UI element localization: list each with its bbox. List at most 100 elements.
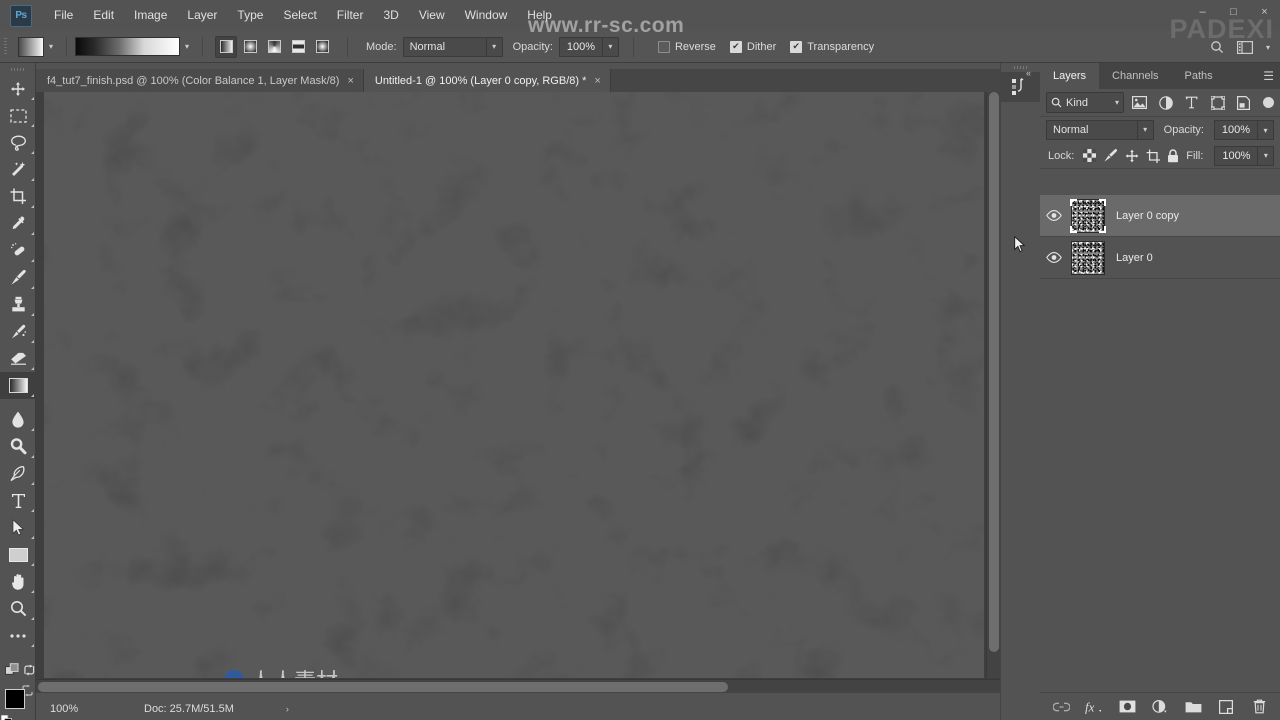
tab-channels[interactable]: Channels xyxy=(1099,63,1171,89)
menu-help[interactable]: Help xyxy=(517,0,562,31)
layer-thumbnail[interactable] xyxy=(1071,240,1105,275)
layer-opacity-input[interactable]: 100% xyxy=(1214,120,1258,140)
scrollbar-thumb[interactable] xyxy=(989,92,999,652)
collapse-panel-icon[interactable]: « xyxy=(1026,68,1031,78)
move-tool[interactable] xyxy=(0,75,36,102)
edit-toolbar-tool[interactable] xyxy=(0,622,36,649)
history-actions-icon[interactable] xyxy=(1001,72,1041,102)
menu-layer[interactable]: Layer xyxy=(177,0,227,31)
document-tab-f4-tut7-finish[interactable]: f4_tut7_finish.psd @ 100% (Color Balance… xyxy=(36,69,364,92)
layer-row-layer-0[interactable]: Layer 0 xyxy=(1040,237,1280,279)
close-icon[interactable]: × xyxy=(594,75,600,87)
type-filter-icon[interactable] xyxy=(1181,92,1202,113)
lasso-tool[interactable] xyxy=(0,129,36,156)
menu-select[interactable]: Select xyxy=(273,0,326,31)
opacity-input[interactable]: 100% xyxy=(558,36,603,57)
panel-menu-icon[interactable]: ☰ xyxy=(1263,63,1274,89)
layer-fill-control[interactable]: 100% ▾ xyxy=(1214,145,1275,166)
pixel-filter-icon[interactable] xyxy=(1129,92,1150,113)
close-button[interactable]: × xyxy=(1249,0,1280,24)
filter-toggle-switch[interactable] xyxy=(1263,97,1274,108)
layer-list[interactable]: Layer 0 copy Layer 0 xyxy=(1040,195,1280,720)
canvas-area[interactable]: 人人素材 xyxy=(36,92,1000,693)
layer-name[interactable]: Layer 0 copy xyxy=(1116,210,1179,222)
lock-all-icon[interactable] xyxy=(1167,147,1179,164)
lock-image-pixels-icon[interactable] xyxy=(1103,147,1118,164)
zoom-level-field[interactable]: 100% xyxy=(50,703,102,715)
crop-tool[interactable] xyxy=(0,183,36,210)
smart-object-filter-icon[interactable] xyxy=(1233,92,1254,113)
new-layer-icon[interactable] xyxy=(1217,698,1235,716)
chevron-down-icon[interactable]: ▾ xyxy=(1115,98,1119,107)
chevron-down-icon[interactable]: ▾ xyxy=(602,36,619,57)
magic-wand-tool[interactable] xyxy=(0,156,36,183)
default-colors-icon[interactable] xyxy=(0,714,12,720)
menu-type[interactable]: Type xyxy=(227,0,273,31)
link-layers-icon[interactable] xyxy=(1052,698,1070,716)
document-canvas[interactable]: 人人素材 xyxy=(44,92,984,678)
gradient-type-reflected-button[interactable] xyxy=(287,36,309,58)
dither-checkbox[interactable]: Dither xyxy=(729,40,776,53)
layer-thumbnail[interactable] xyxy=(1071,198,1105,233)
history-brush-tool[interactable] xyxy=(0,318,36,345)
menu-image[interactable]: Image xyxy=(124,0,177,31)
gradient-type-linear-button[interactable] xyxy=(215,35,237,58)
chevron-down-icon[interactable]: ▾ xyxy=(1136,121,1153,139)
lock-artboard-icon[interactable] xyxy=(1146,147,1161,164)
shape-filter-icon[interactable] xyxy=(1207,92,1228,113)
menu-file[interactable]: File xyxy=(44,0,83,31)
blur-tool[interactable] xyxy=(0,406,36,433)
swap-colors-icon[interactable] xyxy=(22,685,33,699)
menu-edit[interactable]: Edit xyxy=(83,0,124,31)
gradient-type-angle-button[interactable] xyxy=(263,36,285,58)
gradient-preset-picker[interactable]: ▾ xyxy=(75,37,194,57)
eyedropper-tool[interactable] xyxy=(0,210,36,237)
hand-tool[interactable] xyxy=(0,568,36,595)
workspace-icon[interactable] xyxy=(1234,36,1256,58)
canvas-vertical-scrollbar[interactable] xyxy=(986,92,1000,678)
add-layer-mask-icon[interactable] xyxy=(1118,698,1136,716)
scrollbar-thumb[interactable] xyxy=(38,682,728,692)
menu-window[interactable]: Window xyxy=(455,0,518,31)
layer-name[interactable]: Layer 0 xyxy=(1116,252,1153,264)
layer-fill-input[interactable]: 100% xyxy=(1214,145,1259,166)
filter-kind-select[interactable]: Kind ▾ xyxy=(1046,92,1124,113)
chevron-down-icon[interactable]: ▾ xyxy=(44,37,58,57)
adjustment-filter-icon[interactable] xyxy=(1155,92,1176,113)
menu-3d[interactable]: 3D xyxy=(373,0,408,31)
tab-layers[interactable]: Layers xyxy=(1040,63,1100,89)
status-expand-icon[interactable]: › xyxy=(286,704,289,714)
checkbox-box[interactable] xyxy=(657,40,670,53)
tab-paths[interactable]: Paths xyxy=(1172,63,1226,89)
healing-brush-tool[interactable] xyxy=(0,237,36,264)
chevron-down-icon[interactable]: ▾ xyxy=(1262,36,1274,58)
tool-preset-picker[interactable]: ▾ xyxy=(18,36,58,57)
gradient-preview-swatch[interactable] xyxy=(75,37,180,56)
blend-mode-select[interactable]: Normal ▾ xyxy=(402,36,503,57)
layer-visibility-toggle[interactable] xyxy=(1040,195,1068,237)
layer-opacity-control[interactable]: 100% ▾ xyxy=(1214,120,1274,140)
menu-view[interactable]: View xyxy=(409,0,455,31)
lock-transparent-pixels-icon[interactable] xyxy=(1083,147,1097,164)
checkbox-box[interactable] xyxy=(790,40,803,53)
search-icon[interactable] xyxy=(1206,36,1228,58)
brush-tool[interactable] xyxy=(0,264,36,291)
layer-row-layer-0-copy[interactable]: Layer 0 copy xyxy=(1040,195,1280,237)
layer-visibility-toggle[interactable] xyxy=(1040,237,1068,279)
screen-mode-button[interactable] xyxy=(0,656,36,683)
options-bar-grip[interactable] xyxy=(0,31,10,63)
opacity-control[interactable]: 100% ▾ xyxy=(558,36,619,57)
checkbox-box[interactable] xyxy=(729,40,742,53)
new-adjustment-layer-icon[interactable] xyxy=(1151,698,1169,716)
dock-grip[interactable] xyxy=(1001,63,1040,72)
pen-tool[interactable] xyxy=(0,460,36,487)
transparency-checkbox[interactable]: Transparency xyxy=(790,40,874,53)
gradient-tool[interactable] xyxy=(0,372,36,399)
close-icon[interactable]: × xyxy=(347,75,353,87)
zoom-tool[interactable] xyxy=(0,595,36,622)
tools-panel-grip[interactable] xyxy=(0,63,35,75)
delete-layer-icon[interactable] xyxy=(1250,698,1268,716)
minimize-button[interactable]: – xyxy=(1187,0,1218,24)
dodge-tool[interactable] xyxy=(0,433,36,460)
chevron-down-icon[interactable]: ▾ xyxy=(1258,145,1275,166)
